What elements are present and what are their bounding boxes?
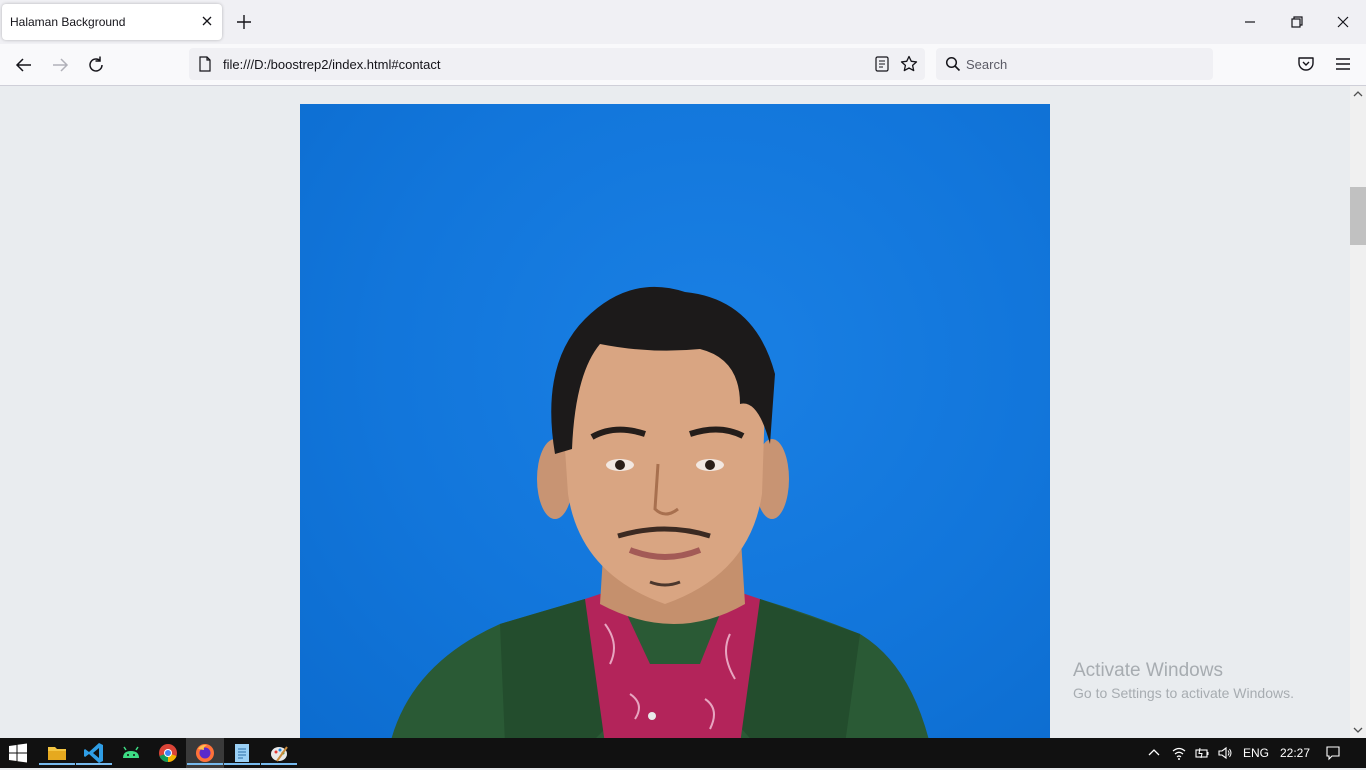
vscode-icon[interactable]	[76, 741, 112, 765]
windows-start-icon[interactable]	[6, 741, 30, 765]
vscode-running-indicator	[76, 763, 112, 765]
search-icon	[945, 56, 961, 72]
scroll-up-arrow-icon[interactable]	[1350, 86, 1366, 102]
paint-running-indicator	[261, 763, 297, 765]
system-clock[interactable]: 22:27	[1280, 746, 1310, 760]
activation-watermark-title: Activate Windows	[1073, 660, 1223, 681]
firefox-running-indicator	[187, 763, 223, 765]
android-studio-icon[interactable]	[119, 741, 143, 765]
file-explorer-icon[interactable]	[39, 741, 75, 765]
notepad-icon[interactable]	[224, 741, 260, 765]
new-tab-icon[interactable]	[234, 12, 254, 32]
notepad-running-indicator	[224, 763, 260, 765]
address-bar[interactable]: file:///D:/boostrep2/index.html#contact	[189, 48, 925, 80]
activation-watermark-subtitle: Go to Settings to activate Windows.	[1073, 685, 1294, 701]
page-icon[interactable]	[197, 56, 213, 72]
search-input[interactable]	[966, 55, 1196, 73]
show-hidden-icons-chevron-icon[interactable]	[1146, 745, 1162, 761]
pocket-icon[interactable]	[1296, 54, 1316, 74]
action-center-icon[interactable]	[1325, 745, 1341, 761]
restore-icon[interactable]	[1287, 12, 1307, 32]
url-text[interactable]: file:///D:/boostrep2/index.html#contact	[223, 57, 441, 72]
volume-icon[interactable]	[1217, 745, 1233, 761]
tab-title: Halaman Background	[10, 15, 126, 29]
windows-taskbar: ENG 22:27	[0, 738, 1366, 768]
chrome-icon[interactable]	[156, 741, 180, 765]
file-explorer-running-indicator	[39, 763, 75, 765]
paint-icon[interactable]	[261, 741, 297, 765]
bookmark-star-icon[interactable]	[899, 54, 919, 74]
page-content	[0, 86, 1350, 738]
reload-icon[interactable]	[85, 54, 107, 76]
close-window-icon[interactable]	[1333, 12, 1353, 32]
language-indicator[interactable]: ENG	[1243, 746, 1269, 760]
profile-photo	[300, 104, 1050, 738]
network-icon[interactable]	[1171, 745, 1187, 761]
battery-icon[interactable]	[1194, 745, 1210, 761]
vertical-scrollbar[interactable]	[1350, 86, 1366, 738]
tab-halaman-background[interactable]: Halaman Background	[2, 4, 222, 40]
search-bar[interactable]	[936, 48, 1213, 80]
navigation-toolbar: file:///D:/boostrep2/index.html#contact	[0, 44, 1366, 86]
firefox-icon[interactable]	[187, 741, 223, 765]
close-tab-icon[interactable]	[200, 14, 214, 28]
hamburger-menu-icon[interactable]	[1333, 54, 1353, 74]
scroll-down-arrow-icon[interactable]	[1350, 722, 1366, 738]
minimize-icon[interactable]	[1240, 12, 1260, 32]
tab-strip: Halaman Background	[0, 0, 1366, 44]
scrollbar-thumb[interactable]	[1350, 187, 1366, 245]
portrait-illustration	[391, 286, 929, 738]
forward-arrow-icon[interactable]	[49, 54, 71, 76]
back-arrow-icon[interactable]	[13, 54, 35, 76]
reader-view-icon[interactable]	[873, 55, 891, 73]
